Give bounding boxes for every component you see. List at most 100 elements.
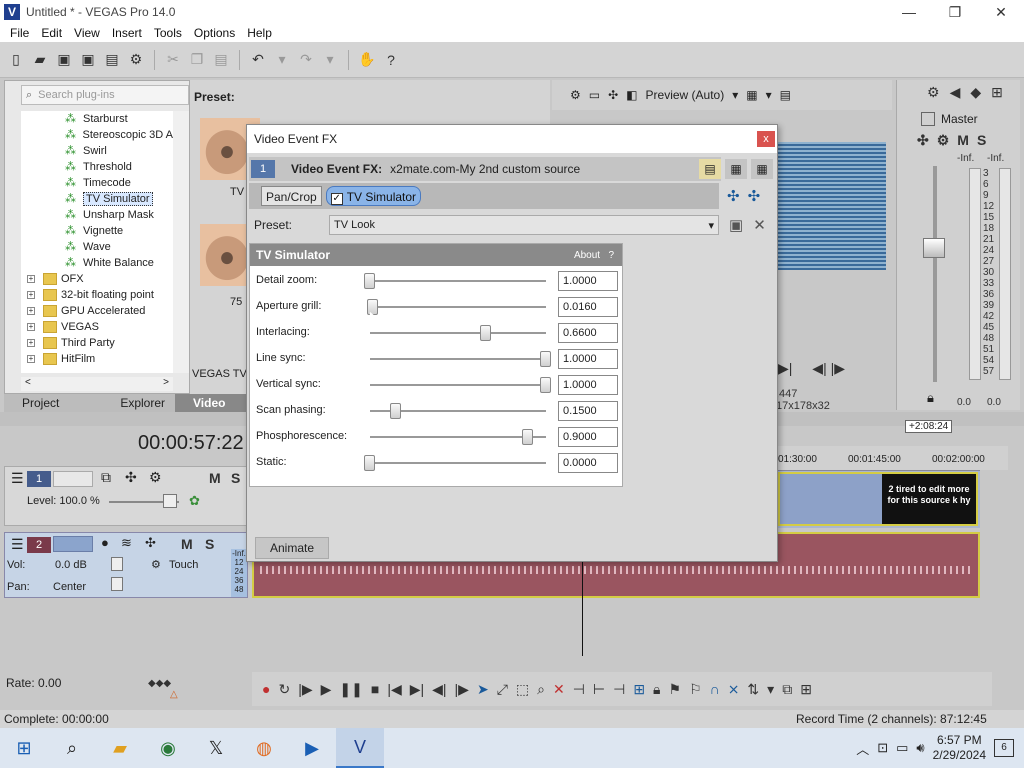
invert-phase-icon[interactable]: ≋: [121, 535, 132, 551]
preview-settings-icon[interactable]: ⚙: [570, 88, 581, 102]
redo-dropdown-icon[interactable]: ▾: [320, 50, 340, 70]
expand-plus-icon[interactable]: +: [27, 355, 35, 363]
display-icon[interactable]: ▭: [896, 740, 908, 756]
minimize-button[interactable]: —: [886, 4, 932, 21]
plugin-tree-item[interactable]: ⁂ Timecode: [21, 175, 173, 191]
plugin-tree-item[interactable]: ⁂ Unsharp Mask: [21, 207, 173, 223]
delete-preset-icon[interactable]: ✕: [753, 216, 766, 234]
render-icon[interactable]: ▤: [102, 50, 122, 70]
remove-fx-icon[interactable]: ✣: [748, 187, 761, 205]
parameter-slider-handle[interactable]: [364, 273, 375, 289]
chevron-down-icon[interactable]: ▾: [732, 88, 738, 102]
help-icon[interactable]: ?: [608, 250, 614, 261]
notifications-icon[interactable]: 6: [994, 739, 1014, 757]
copy-snapshot-icon[interactable]: ▤: [780, 88, 791, 102]
parameter-value-field[interactable]: 0.9000: [558, 427, 618, 447]
fx-pan-crop-button[interactable]: Pan/Crop: [261, 186, 322, 206]
auto-ripple-icon[interactable]: ⇅: [747, 681, 759, 698]
save-icon[interactable]: ▣: [54, 50, 74, 70]
maximize-button[interactable]: ❐: [932, 4, 978, 21]
track-solo-button[interactable]: S: [231, 470, 240, 486]
dialog-close-button[interactable]: x: [757, 131, 775, 147]
next-frame-icon[interactable]: ▶|: [778, 360, 792, 376]
overlays-icon[interactable]: ◧: [626, 88, 637, 102]
parameter-slider-track[interactable]: [370, 332, 546, 334]
rate-slider[interactable]: ◆◆◆ △: [148, 678, 178, 700]
auto-crossfade-icon[interactable]: ⨯: [728, 681, 740, 698]
track-fx-icon[interactable]: ✣: [125, 469, 137, 486]
zoom-tool-icon[interactable]: ⌕: [537, 681, 545, 698]
chrome-icon[interactable]: ◉: [144, 728, 192, 768]
cut-icon[interactable]: ✂: [163, 50, 183, 70]
add-fx-icon[interactable]: ✣: [727, 187, 740, 205]
x-icon[interactable]: 𝕏: [192, 728, 240, 768]
parameter-slider-track[interactable]: [370, 306, 546, 308]
tab-video-fx[interactable]: Video FX: [175, 394, 252, 424]
parameter-slider-track[interactable]: [370, 384, 546, 386]
menu-tools[interactable]: Tools: [148, 26, 188, 40]
pan-slider-handle[interactable]: [111, 577, 123, 591]
loop-icon[interactable]: ↻: [278, 681, 290, 698]
save-preset-icon[interactable]: ▣: [729, 216, 743, 234]
event-grouping-icon[interactable]: ⧉: [782, 681, 792, 698]
plugin-tree-item[interactable]: +32-bit floating point: [21, 287, 173, 303]
help-cursor-icon[interactable]: ?: [381, 50, 401, 70]
parameter-value-field[interactable]: 0.0000: [558, 453, 618, 473]
preset-dropdown[interactable]: TV Look ▾: [329, 215, 719, 235]
plugin-tree-scrollbar[interactable]: [173, 111, 189, 373]
stop-icon[interactable]: ■: [371, 681, 379, 697]
region-icon[interactable]: ⚐: [689, 681, 702, 698]
level-slider-handle[interactable]: [163, 494, 177, 508]
parameter-value-field[interactable]: 1.0000: [558, 349, 618, 369]
parameter-slider-handle[interactable]: [540, 377, 551, 393]
track-collapse-icon[interactable]: ☰: [11, 470, 24, 487]
automation-mode-dropdown[interactable]: Touch: [169, 559, 198, 571]
menu-edit[interactable]: Edit: [35, 26, 68, 40]
master-gear-icon[interactable]: ⚙: [937, 132, 950, 149]
master-mute-button[interactable]: M: [957, 132, 969, 149]
tab-project-media[interactable]: Project Media: [4, 394, 102, 424]
undo-dropdown-icon[interactable]: ▾: [272, 50, 292, 70]
play-icon[interactable]: ▶: [321, 681, 332, 698]
record-icon[interactable]: ●: [262, 681, 270, 697]
preview-quality-dropdown[interactable]: Preview (Auto): [646, 88, 725, 102]
plugin-tree-item[interactable]: + GPU Accelerated: [21, 303, 173, 319]
fx-enabled-checkbox[interactable]: ✓: [330, 193, 343, 205]
envelope-tool-icon[interactable]: ⤢: [497, 681, 508, 698]
undo-icon[interactable]: ↶: [248, 50, 268, 70]
parameter-slider-handle[interactable]: [364, 455, 375, 471]
parameter-value-field[interactable]: 0.0160: [558, 297, 618, 317]
scroll-right-icon[interactable]: >: [163, 377, 169, 391]
network-icon[interactable]: ⊡: [877, 740, 888, 756]
volume-icon[interactable]: 🔊︎: [916, 740, 924, 756]
play-frame-icon[interactable]: |▶: [831, 360, 845, 376]
plugin-tree-item[interactable]: ⁂ Wave: [21, 239, 173, 255]
lock-envelopes-icon[interactable]: ⊞: [800, 681, 812, 698]
expand-plus-icon[interactable]: +: [27, 339, 35, 347]
firefox-icon[interactable]: ◍: [240, 728, 288, 768]
redo-icon[interactable]: ↷: [296, 50, 316, 70]
chevron-down-icon[interactable]: ▾: [766, 88, 772, 102]
settings-gear-icon[interactable]: ⚙: [126, 50, 146, 70]
vegas-taskbar-icon[interactable]: V: [336, 728, 384, 768]
external-monitor-icon[interactable]: ▭: [589, 88, 600, 102]
plugin-tree-item[interactable]: ⁂ Starburst: [21, 111, 173, 127]
grid-view-icon[interactable]: ▦: [725, 159, 747, 179]
dialog-title-bar[interactable]: Video Event FX: [247, 125, 777, 153]
open-folder-icon[interactable]: ▰: [30, 50, 50, 70]
fx-tv-simulator-button[interactable]: ✓ TV Simulator: [325, 186, 422, 206]
marker-icon[interactable]: ⚑: [669, 681, 682, 698]
plugin-tree-item[interactable]: + OFX: [21, 271, 173, 287]
split-screen-icon[interactable]: ✣: [608, 88, 618, 102]
parameter-value-field[interactable]: 1.0000: [558, 271, 618, 291]
record-arm-icon[interactable]: ●: [101, 535, 109, 550]
paste-icon[interactable]: ▤: [211, 50, 231, 70]
track-mute-button[interactable]: M: [181, 536, 193, 552]
grid-icon[interactable]: ▦: [746, 88, 757, 102]
video-track-header[interactable]: ☰ 1 ⧉ ✣ ⚙ M S Level: 100.0 % ✿: [4, 466, 248, 526]
plugin-tree-hscrollbar[interactable]: < >: [21, 377, 173, 391]
prev-frame-icon[interactable]: ◀|: [812, 360, 826, 376]
plugin-tree-item[interactable]: + HitFilm: [21, 351, 173, 367]
file-explorer-icon[interactable]: ▰: [96, 728, 144, 768]
automation-touch-icon[interactable]: ⚙: [151, 558, 161, 571]
